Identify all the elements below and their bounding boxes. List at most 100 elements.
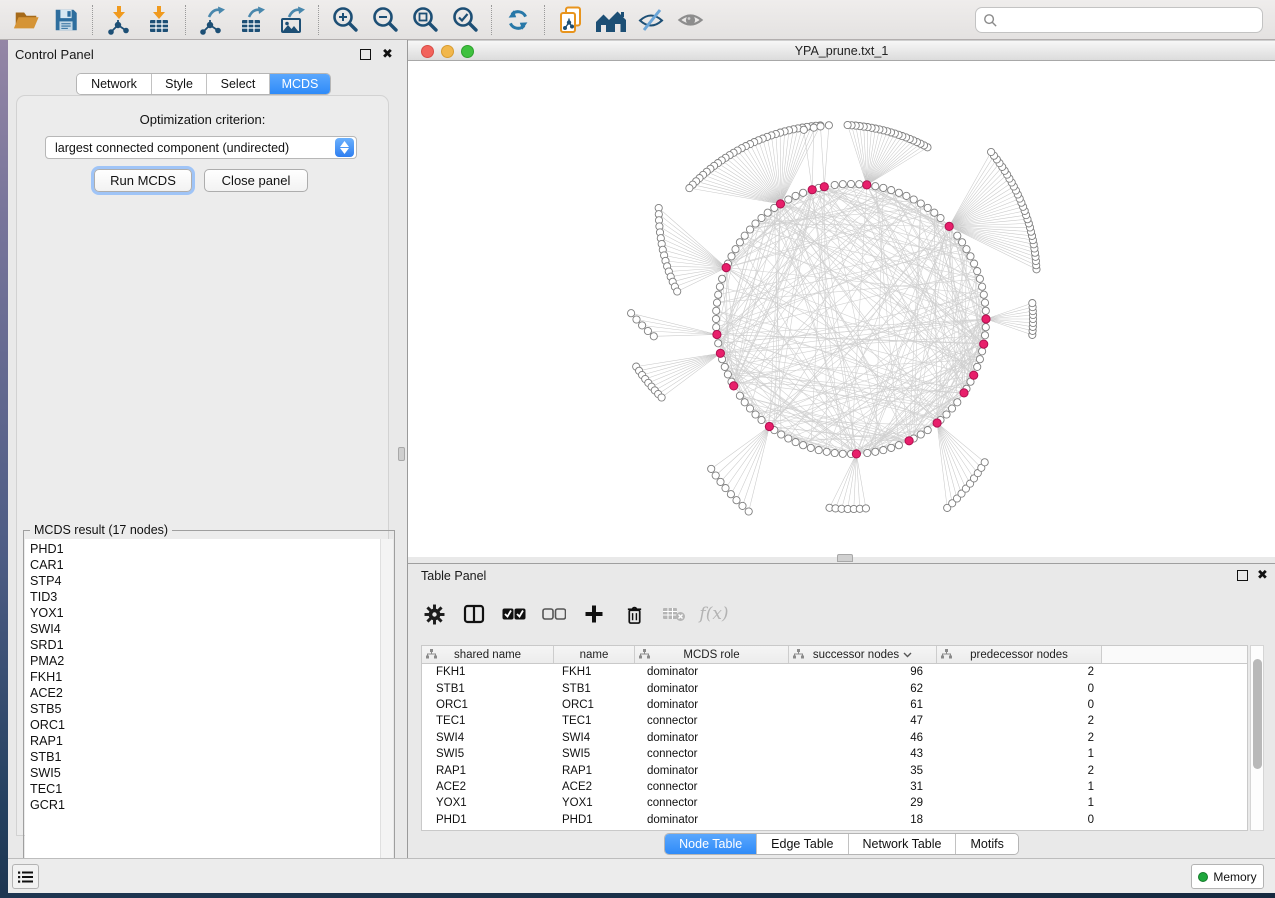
tab-network-table[interactable]: Network Table xyxy=(849,834,957,854)
control-panel-tabs: NetworkStyleSelectMCDS xyxy=(76,73,331,95)
table-cell: 2 xyxy=(937,732,1102,744)
tab-motifs[interactable]: Motifs xyxy=(956,834,1017,854)
table-row[interactable]: ORC1ORC1dominator610 xyxy=(422,697,1247,713)
search-input[interactable] xyxy=(998,8,1262,32)
table-row[interactable]: FKH1FKH1dominator962 xyxy=(422,664,1247,680)
mcds-result-item[interactable]: GCR1 xyxy=(30,797,381,813)
column-type-icon xyxy=(426,649,437,662)
zoom-in-icon[interactable] xyxy=(325,4,365,36)
table-row[interactable]: TEC1TEC1connector472 xyxy=(422,713,1247,729)
column-header-MCDS-role[interactable]: MCDS role xyxy=(635,646,789,663)
table-settings-gear-icon[interactable] xyxy=(422,602,446,626)
column-header-successor-nodes[interactable]: successor nodes xyxy=(789,646,937,663)
mcds-result-scrollbar[interactable] xyxy=(380,539,393,891)
tab-mcds[interactable]: MCDS xyxy=(270,74,330,94)
network-graph xyxy=(408,61,1275,557)
refresh-layout-icon[interactable] xyxy=(498,4,538,36)
mcds-result-item[interactable]: PHD1 xyxy=(30,541,381,557)
table-cell: ACE2 xyxy=(554,781,635,793)
mcds-result-item[interactable]: CAR1 xyxy=(30,557,381,573)
delete-column-icon[interactable] xyxy=(622,602,646,626)
control-panel: Control Panel ✖ NetworkStyleSelectMCDS O… xyxy=(8,40,397,858)
run-mcds-button[interactable]: Run MCDS xyxy=(94,169,192,192)
table-row[interactable]: ACE2ACE2connector311 xyxy=(422,779,1247,795)
column-header-shared-name[interactable]: shared name xyxy=(422,646,554,663)
open-folder-icon[interactable] xyxy=(6,4,46,36)
mcds-result-item[interactable]: ORC1 xyxy=(30,717,381,733)
column-header-predecessor-nodes[interactable]: predecessor nodes xyxy=(937,646,1102,663)
table-cell: ORC1 xyxy=(422,699,554,711)
table-cell: connector xyxy=(635,748,789,760)
splitter-handle[interactable] xyxy=(398,447,405,461)
import-table-icon[interactable] xyxy=(139,4,179,36)
mcds-result-item[interactable]: STB5 xyxy=(30,701,381,717)
table-row[interactable]: SWI4SWI4dominator462 xyxy=(422,730,1247,746)
close-table-panel-icon[interactable]: ✖ xyxy=(1257,568,1268,582)
table-row[interactable]: RAP1RAP1dominator352 xyxy=(422,762,1247,778)
table-row[interactable]: SWI5SWI5connector431 xyxy=(422,746,1247,762)
zoom-selected-icon[interactable] xyxy=(445,4,485,36)
tab-style[interactable]: Style xyxy=(152,74,207,94)
save-icon[interactable] xyxy=(46,4,86,36)
tab-network[interactable]: Network xyxy=(77,74,152,94)
home-networks-icon[interactable] xyxy=(591,4,631,36)
show-columns-icon[interactable] xyxy=(462,602,486,626)
float-table-panel-icon[interactable] xyxy=(1237,570,1248,581)
table-cell: 31 xyxy=(789,781,937,793)
mcds-result-title: MCDS result (17 nodes) xyxy=(30,523,172,537)
table-toolbar: f(x) xyxy=(422,593,726,635)
mcds-result-item[interactable]: FKH1 xyxy=(30,669,381,685)
table-scroll-thumb[interactable] xyxy=(1253,659,1262,769)
toolbar-separator xyxy=(185,5,186,35)
mcds-result-item[interactable]: SRD1 xyxy=(30,637,381,653)
table-cell: 96 xyxy=(789,666,937,678)
network-canvas[interactable] xyxy=(408,61,1275,557)
memory-button[interactable]: Memory xyxy=(1191,864,1264,889)
export-image-icon[interactable] xyxy=(272,4,312,36)
close-panel-icon[interactable]: ✖ xyxy=(382,47,393,61)
tab-node-table[interactable]: Node Table xyxy=(665,834,757,854)
import-network-icon[interactable] xyxy=(99,4,139,36)
mcds-result-list[interactable]: PHD1CAR1STP4TID3YOX1SWI4SRD1PMA2FKH1ACE2… xyxy=(25,539,381,891)
column-header-name[interactable]: name xyxy=(554,646,635,663)
mcds-result-item[interactable]: PMA2 xyxy=(30,653,381,669)
mcds-result-item[interactable]: SWI4 xyxy=(30,621,381,637)
deselect-all-rows-icon[interactable] xyxy=(542,602,566,626)
mcds-result-item[interactable]: STP4 xyxy=(30,573,381,589)
zoom-out-icon[interactable] xyxy=(365,4,405,36)
mcds-result-item[interactable]: TID3 xyxy=(30,589,381,605)
hide-details-icon[interactable] xyxy=(631,4,671,36)
float-panel-icon[interactable] xyxy=(360,49,371,60)
export-table-icon[interactable] xyxy=(232,4,272,36)
vertical-splitter[interactable] xyxy=(397,40,407,858)
mcds-result-item[interactable]: YOX1 xyxy=(30,605,381,621)
table-row[interactable]: YOX1YOX1connector291 xyxy=(422,795,1247,811)
table-cell: 0 xyxy=(937,683,1102,695)
add-column-icon[interactable] xyxy=(582,602,606,626)
mcds-result-item[interactable]: ACE2 xyxy=(30,685,381,701)
export-network-icon[interactable] xyxy=(192,4,232,36)
mcds-result-item[interactable]: RAP1 xyxy=(30,733,381,749)
mcds-result-item[interactable]: TEC1 xyxy=(30,781,381,797)
table-row[interactable]: PHD1PHD1dominator180 xyxy=(422,812,1247,828)
tab-select[interactable]: Select xyxy=(207,74,270,94)
task-history-button[interactable] xyxy=(12,864,39,889)
toolbar-separator xyxy=(544,5,545,35)
horizontal-splitter-handle[interactable] xyxy=(837,554,853,562)
table-cell: 61 xyxy=(789,699,937,711)
close-panel-button[interactable]: Close panel xyxy=(204,169,308,192)
tab-edge-table[interactable]: Edge Table xyxy=(757,834,848,854)
select-all-rows-icon[interactable] xyxy=(502,602,526,626)
optimization-criterion-select[interactable]: largest connected component (undirected) xyxy=(45,136,357,159)
table-scrollbar[interactable] xyxy=(1250,645,1264,831)
zoom-fit-icon[interactable] xyxy=(405,4,445,36)
show-details-icon[interactable] xyxy=(671,4,711,36)
mcds-result-item[interactable]: STB1 xyxy=(30,749,381,765)
copy-network-icon[interactable] xyxy=(551,4,591,36)
table-cell: STB1 xyxy=(554,683,635,695)
sort-descending-icon xyxy=(903,649,912,661)
column-label: predecessor nodes xyxy=(970,649,1068,661)
table-row[interactable]: STB1STB1dominator620 xyxy=(422,680,1247,696)
select-stepper-icon xyxy=(335,138,354,157)
mcds-result-item[interactable]: SWI5 xyxy=(30,765,381,781)
